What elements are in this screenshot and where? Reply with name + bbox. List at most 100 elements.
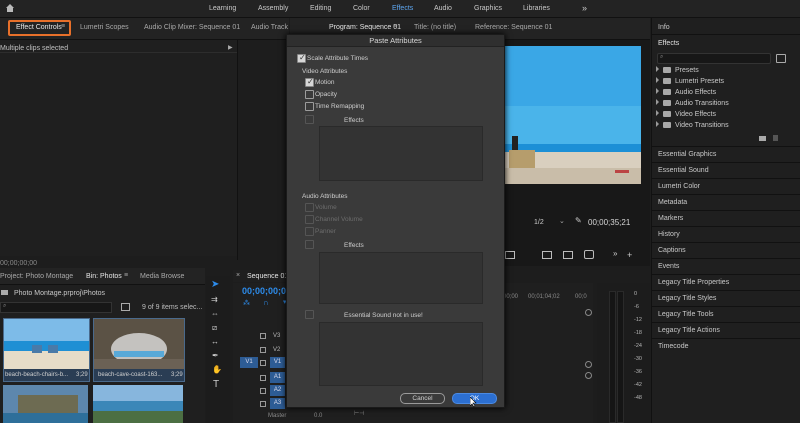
lift-icon[interactable] (542, 251, 552, 259)
folder-up-icon[interactable] (1, 290, 8, 295)
essential-sound-checkbox[interactable] (305, 310, 314, 319)
workspace-audio[interactable]: Audio (434, 5, 452, 12)
opacity-checkbox[interactable] (305, 90, 314, 99)
effects-search-input[interactable]: ⌕ (657, 53, 771, 64)
workspace-graphics[interactable]: Graphics (474, 5, 502, 12)
tab-effect-controls[interactable]: Effect Controls (16, 24, 62, 31)
workspace-effects[interactable]: Effects (392, 5, 413, 12)
tab-reference[interactable]: Reference: Sequence 01 (475, 24, 552, 31)
info-panel-tab[interactable]: Info (658, 24, 670, 31)
razor-tool-icon[interactable]: ⧄ (212, 323, 217, 333)
tab-program-monitor[interactable]: Program: Sequence 01 (329, 24, 401, 31)
panel-essential-graphics[interactable]: Essential Graphics (658, 151, 716, 158)
lock-icon[interactable] (260, 333, 266, 339)
panner-checkbox[interactable] (305, 227, 314, 236)
tab-audio-clip-mixer[interactable]: Audio Clip Mixer: Sequence 01 (144, 24, 240, 31)
effects-panel-tab[interactable]: Effects (658, 40, 679, 47)
button-editor-icon[interactable]: » (613, 249, 617, 258)
extract-icon[interactable] (563, 251, 573, 259)
scroll-handle[interactable] (585, 361, 592, 368)
panel-legacy-title-styles[interactable]: Legacy Title Styles (658, 295, 716, 302)
insert-icon[interactable] (505, 251, 515, 259)
workspace-learning[interactable]: Learning (209, 5, 236, 12)
new-bin-icon[interactable] (121, 303, 130, 311)
panel-captions[interactable]: Captions (658, 247, 686, 254)
timeline-close-icon[interactable]: × (236, 272, 240, 279)
scroll-handle[interactable] (585, 309, 592, 316)
scale-times-checkbox[interactable]: ✓ (297, 53, 306, 63)
panel-history[interactable]: History (658, 231, 680, 238)
panel-lumetri-color[interactable]: Lumetri Color (658, 183, 700, 190)
panel-timecode[interactable]: Timecode (658, 343, 688, 350)
audio-effects-checkbox[interactable] (305, 240, 314, 249)
bin-menu-icon[interactable]: ≡ (124, 272, 128, 279)
expand-arrow-icon[interactable]: ▶ (228, 44, 233, 51)
tab-media-browser[interactable]: Media Browse (140, 273, 184, 280)
track-header-v1[interactable]: V1 V1 (240, 357, 285, 369)
lock-icon[interactable] (260, 401, 266, 407)
panel-legacy-title-properties[interactable]: Legacy Title Properties (658, 279, 729, 286)
clip-thumbnail[interactable] (93, 385, 183, 423)
panel-metadata[interactable]: Metadata (658, 199, 687, 206)
slip-tool-icon[interactable]: ↔ (211, 337, 219, 346)
motion-checkbox[interactable]: ✓ (305, 77, 314, 87)
workspace-color[interactable]: Color (353, 5, 370, 12)
track-header-a2[interactable]: A2 (240, 385, 285, 397)
folder-video-transitions[interactable]: Video Transitions (656, 121, 796, 132)
panel-legacy-title-tools[interactable]: Legacy Title Tools (658, 311, 714, 318)
workspace-libraries[interactable]: Libraries (523, 5, 550, 12)
folder-audio-effects[interactable]: Audio Effects (656, 88, 796, 99)
program-menu-icon[interactable]: ≡ (393, 23, 397, 30)
workspace-editing[interactable]: Editing (310, 5, 331, 12)
tab-bin-photos[interactable]: Bin: Photos (86, 273, 122, 280)
tab-project[interactable]: Project: Photo Montage (0, 273, 73, 280)
master-keyframe-icon[interactable]: ⊢⊣ (354, 410, 364, 417)
lock-icon[interactable] (260, 388, 266, 394)
type-tool-icon[interactable]: T (213, 379, 219, 390)
scroll-handle[interactable] (585, 372, 592, 379)
wrench-icon[interactable]: ✎ (575, 216, 582, 225)
volume-checkbox[interactable] (305, 203, 314, 212)
clip-thumbnail[interactable]: beach-beach-chairs-b... 3;29 (3, 318, 90, 382)
panel-legacy-title-actions[interactable]: Legacy Title Actions (658, 327, 720, 334)
track-header-v2[interactable]: V2 (240, 344, 285, 356)
tab-sequence[interactable]: Sequence 01 (247, 273, 288, 280)
hand-tool-icon[interactable]: ✋ (212, 365, 222, 374)
program-zoom[interactable]: 1/2 (534, 219, 544, 226)
linked-selection-icon[interactable]: ∩ (263, 298, 269, 307)
snap-icon[interactable]: ⁂ (243, 299, 250, 307)
new-custom-bin-icon[interactable] (759, 136, 766, 141)
workspaces-more-icon[interactable]: » (582, 3, 587, 13)
folder-audio-transitions[interactable]: Audio Transitions (656, 99, 796, 110)
bin-search-input[interactable]: ⌕ (0, 302, 112, 313)
folder-video-effects[interactable]: Video Effects (656, 110, 796, 121)
selection-tool-icon[interactable]: ➤ (211, 279, 219, 290)
track-header-v3[interactable]: V3 (240, 330, 285, 342)
clip-thumbnail[interactable] (3, 385, 88, 423)
source-patch-v1[interactable]: V1 (240, 357, 258, 368)
export-frame-icon[interactable] (584, 250, 594, 259)
track-header-a1[interactable]: A1 (240, 372, 285, 384)
cancel-button[interactable]: Cancel (400, 393, 445, 404)
panel-events[interactable]: Events (658, 263, 679, 270)
ripple-edit-tool-icon[interactable]: ⇔ (211, 309, 219, 318)
track-header-a3[interactable]: A3 (240, 398, 285, 410)
track-select-tool-icon[interactable]: ⇉ (211, 295, 218, 304)
panel-menu-icon[interactable]: ≡ (61, 23, 65, 30)
time-remapping-checkbox[interactable] (305, 102, 314, 111)
lock-icon[interactable] (260, 375, 266, 381)
clip-thumbnail[interactable]: beach-cave-coast-163... 3;29 (93, 318, 185, 382)
tab-title[interactable]: Title: (no title) (414, 24, 456, 31)
home-icon[interactable] (5, 3, 15, 13)
add-button-icon[interactable]: + (627, 250, 632, 260)
folder-lumetri-presets[interactable]: Lumetri Presets (656, 77, 796, 88)
lock-icon[interactable] (260, 360, 266, 366)
zoom-chevron-icon[interactable]: ⌄ (559, 217, 565, 225)
pen-tool-icon[interactable]: ✒ (212, 351, 219, 360)
lock-icon[interactable] (260, 347, 266, 353)
tab-lumetri-scopes[interactable]: Lumetri Scopes (80, 24, 129, 31)
panel-essential-sound[interactable]: Essential Sound (658, 167, 709, 174)
workspace-assembly[interactable]: Assembly (258, 5, 288, 12)
new-bin-icon[interactable] (776, 54, 786, 63)
channel-volume-checkbox[interactable] (305, 215, 314, 224)
